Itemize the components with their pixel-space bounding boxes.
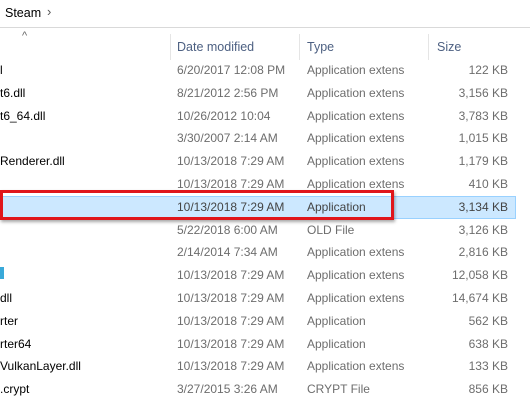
file-type: Application extens	[307, 154, 405, 169]
file-size: 1,015 KB	[458, 131, 508, 146]
file-type: Application extens	[307, 63, 405, 77]
file-date-modified: 10/13/2018 7:29 AM	[177, 291, 285, 305]
column-header-size[interactable]: Size	[437, 40, 461, 54]
file-name: t6_64.dll	[0, 108, 46, 123]
file-size: 562 KB	[468, 313, 508, 328]
file-name: rter64	[0, 336, 32, 351]
table-row[interactable]: 10/13/2018 7:29 AM Application extens 12,0…	[0, 264, 530, 287]
file-size: 133 KB	[468, 359, 508, 374]
file-name: l	[0, 63, 3, 77]
column-divider[interactable]	[299, 34, 300, 60]
file-name: t6.dll	[0, 85, 26, 100]
file-type: Application extens	[307, 85, 405, 100]
file-date-modified: 10/13/2018 7:29 AM	[177, 177, 285, 191]
file-name: dll	[0, 291, 13, 305]
address-bar[interactable]: Steam ›	[0, 0, 530, 28]
breadcrumb-chevron-icon[interactable]: ›	[47, 4, 51, 19]
file-date-modified: 10/13/2018 7:29 AM	[177, 154, 285, 169]
file-type: Application extens	[307, 108, 405, 123]
column-divider[interactable]	[170, 34, 171, 60]
file-size: 12,058 KB	[451, 268, 508, 283]
file-type: Application extens	[307, 291, 405, 305]
file-name: Renderer.dll	[0, 154, 65, 169]
file-date-modified: 8/21/2012 2:56 PM	[177, 85, 279, 100]
column-divider[interactable]	[428, 34, 429, 60]
table-row[interactable]: dll 10/13/2018 7:29 AM Application extens 1…	[0, 287, 530, 310]
file-date-modified: 10/13/2018 7:29 AM	[177, 336, 285, 351]
table-row[interactable]: t6.dll 8/21/2012 2:56 PM Application exten…	[0, 82, 530, 105]
file-type: Application extens	[307, 131, 405, 146]
table-row[interactable]: t6_64.dll 10/26/2012 10:04 Application ext…	[0, 105, 530, 128]
table-row[interactable]: Renderer.dll 10/13/2018 7:29 AM Applicatio…	[0, 150, 530, 173]
file-date-modified: 5/22/2018 6:00 AM	[177, 222, 278, 237]
file-date-modified: 10/13/2018 7:29 AM	[177, 313, 285, 328]
column-header-date-modified[interactable]: Date modified	[177, 40, 254, 54]
file-date-modified: 3/30/2007 2:14 AM	[177, 131, 278, 146]
file-name: .crypt	[0, 382, 30, 397]
column-header-row: ^ Date modified Type Size	[0, 30, 530, 60]
file-type: Application	[307, 336, 366, 351]
file-size: 638 KB	[468, 336, 508, 351]
red-highlight-annotation	[0, 190, 394, 220]
column-header-type[interactable]: Type	[307, 40, 334, 54]
file-date-modified: 10/26/2012 10:04	[177, 108, 271, 123]
file-size: 1,179 KB	[458, 154, 508, 169]
sort-ascending-icon: ^	[22, 30, 28, 42]
table-row[interactable]: 5/22/2018 6:00 AM OLD File 3,126 KB	[0, 219, 530, 242]
file-type: CRYPT File	[307, 382, 370, 397]
file-type: Application extens	[307, 268, 405, 283]
file-name: VulkanLayer.dll	[0, 359, 81, 374]
file-type: Application extens	[307, 245, 405, 260]
table-row[interactable]: .crypt 3/27/2015 3:26 AM CRYPT File 856 KB	[0, 378, 530, 401]
file-type: OLD File	[307, 222, 355, 237]
file-size: 122 KB	[468, 63, 508, 77]
table-row[interactable]: rter 10/13/2018 7:29 AM Application 562 KB	[0, 310, 530, 333]
table-row[interactable]: rter64 10/13/2018 7:29 AM Application 638 K…	[0, 333, 530, 356]
file-size: 2,816 KB	[458, 245, 508, 260]
table-row[interactable]: VulkanLayer.dll 10/13/2018 7:29 AM Applica…	[0, 355, 530, 378]
file-date-modified: 6/20/2017 12:08 PM	[177, 63, 286, 77]
file-size: 3,156 KB	[458, 85, 508, 100]
file-size: 410 KB	[468, 177, 508, 191]
file-size: 14,674 KB	[451, 291, 508, 305]
file-type: Application extens	[307, 359, 405, 374]
table-row[interactable]: 2/14/2014 7:34 AM Application extens 2,816…	[0, 241, 530, 264]
file-date-modified: 10/13/2018 7:29 AM	[177, 359, 285, 374]
file-size: 3,126 KB	[458, 222, 508, 237]
file-icon	[0, 267, 4, 280]
file-size: 3,134 KB	[458, 199, 508, 214]
table-row[interactable]: l 6/20/2017 12:08 PM Application extens 122…	[0, 59, 530, 82]
file-date-modified: 3/27/2015 3:26 AM	[177, 382, 278, 397]
file-type: Application	[307, 313, 366, 328]
file-size: 3,783 KB	[458, 108, 508, 123]
table-row[interactable]: 3/30/2007 2:14 AM Application extens 1,015…	[0, 127, 530, 150]
file-size: 856 KB	[468, 382, 508, 397]
file-date-modified: 10/13/2018 7:29 AM	[177, 268, 285, 283]
breadcrumb-steam[interactable]: Steam	[5, 6, 41, 20]
file-name: rter	[0, 313, 18, 328]
file-type: Application extens	[307, 177, 405, 191]
file-date-modified: 2/14/2014 7:34 AM	[177, 245, 278, 260]
